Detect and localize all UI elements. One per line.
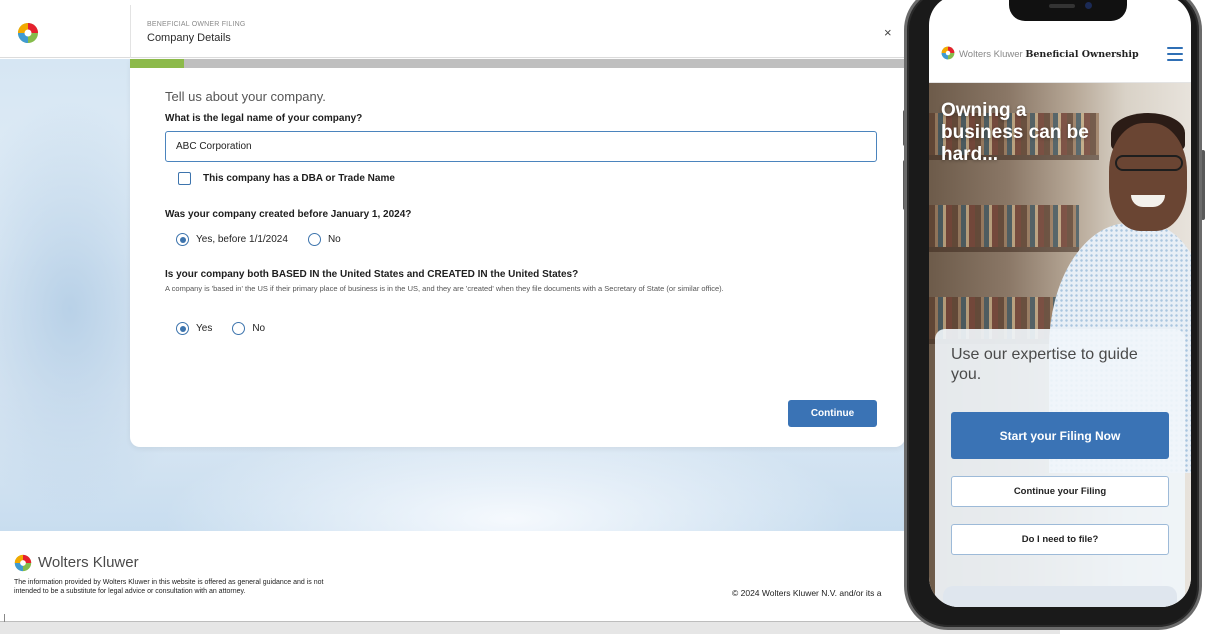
footer-disclaimer: The information provided by Wolters Kluw…	[14, 579, 324, 595]
progress-bar-fill	[130, 59, 185, 68]
phone-tagline: Use our expertise to guide you.	[951, 346, 1138, 383]
created-yes-radio[interactable]	[176, 233, 189, 246]
us-based-question: Is your company both BASED IN the United…	[165, 269, 579, 280]
phone-frame: Owning a business can be hard... Wolters…	[904, 0, 1202, 630]
created-before-options: Yes, before 1/1/2024 No	[176, 232, 361, 247]
dba-checkbox[interactable]	[178, 172, 191, 185]
created-no-label: No	[327, 234, 341, 245]
us-yes-radio[interactable]	[176, 322, 189, 335]
dba-checkbox-label: This company has a DBA or Trade Name	[203, 173, 395, 184]
hamburger-menu-icon[interactable]	[1167, 47, 1183, 61]
continue-filing-button[interactable]: Continue your Filing	[951, 476, 1169, 507]
company-name-label: What is the legal name of your company?	[165, 113, 363, 124]
page-title: Company Details	[147, 32, 231, 44]
need-to-file-button[interactable]: Do I need to file?	[951, 524, 1169, 555]
phone-screen: Owning a business can be hard... Wolters…	[929, 0, 1191, 607]
us-based-options: Yes No	[176, 321, 285, 336]
bookshelf	[929, 247, 1079, 252]
glasses-icon	[1115, 155, 1183, 171]
us-no-label: No	[252, 323, 266, 334]
phone-mockup: Owning a business can be hard... Wolters…	[900, 0, 1218, 634]
created-yes-label: Yes, before 1/1/2024	[196, 234, 288, 245]
created-before-question: Was your company created before January …	[165, 209, 412, 220]
wolters-kluwer-logo-icon	[18, 23, 38, 43]
person-face	[1109, 123, 1187, 231]
phone-brand: Wolters Kluwer Beneficial Ownership	[959, 49, 1139, 60]
us-yes-label: Yes	[196, 323, 213, 334]
us-no-radio[interactable]	[232, 322, 246, 335]
company-name-input[interactable]	[165, 131, 877, 162]
bookshelf	[929, 205, 1079, 247]
wolters-kluwer-logo-icon	[14, 554, 32, 572]
footer-brand: Wolters Kluwer	[38, 554, 139, 571]
progress-bar	[130, 59, 905, 68]
phone-brand-bold: Beneficial Ownership	[1025, 49, 1139, 60]
hero-headline: Owning a business can be hard...	[941, 100, 1089, 165]
footer-copyright: © 2024 Wolters Kluwer N.V. and/or its a	[732, 588, 882, 598]
wolters-kluwer-logo-icon	[941, 46, 955, 60]
close-icon[interactable]: ×	[884, 25, 892, 40]
us-based-hint: A company is 'based in' the US if their …	[165, 284, 724, 293]
phone-brand-light: Wolters Kluwer	[959, 49, 1023, 60]
header-eyebrow: BENEFICIAL OWNER FILING	[147, 21, 246, 28]
app-header: BENEFICIAL OWNER FILING Company Details …	[0, 5, 905, 58]
speaker-icon	[1049, 4, 1075, 8]
camera-icon	[1085, 2, 1092, 9]
created-no-radio[interactable]	[307, 233, 321, 246]
screenshot-stage: BENEFICIAL OWNER FILING Company Details …	[0, 0, 1218, 634]
form-intro: Tell us about your company.	[165, 89, 326, 104]
continue-button[interactable]: Continue	[788, 400, 877, 427]
start-filing-button[interactable]: Start your Filing Now	[951, 412, 1169, 459]
phone-bottom-card	[943, 586, 1177, 607]
phone-notch	[1009, 0, 1127, 21]
header-divider	[130, 5, 131, 58]
phone-header: Wolters Kluwer Beneficial Ownership	[929, 25, 1191, 83]
dba-option[interactable]: This company has a DBA or Trade Name	[178, 171, 395, 186]
